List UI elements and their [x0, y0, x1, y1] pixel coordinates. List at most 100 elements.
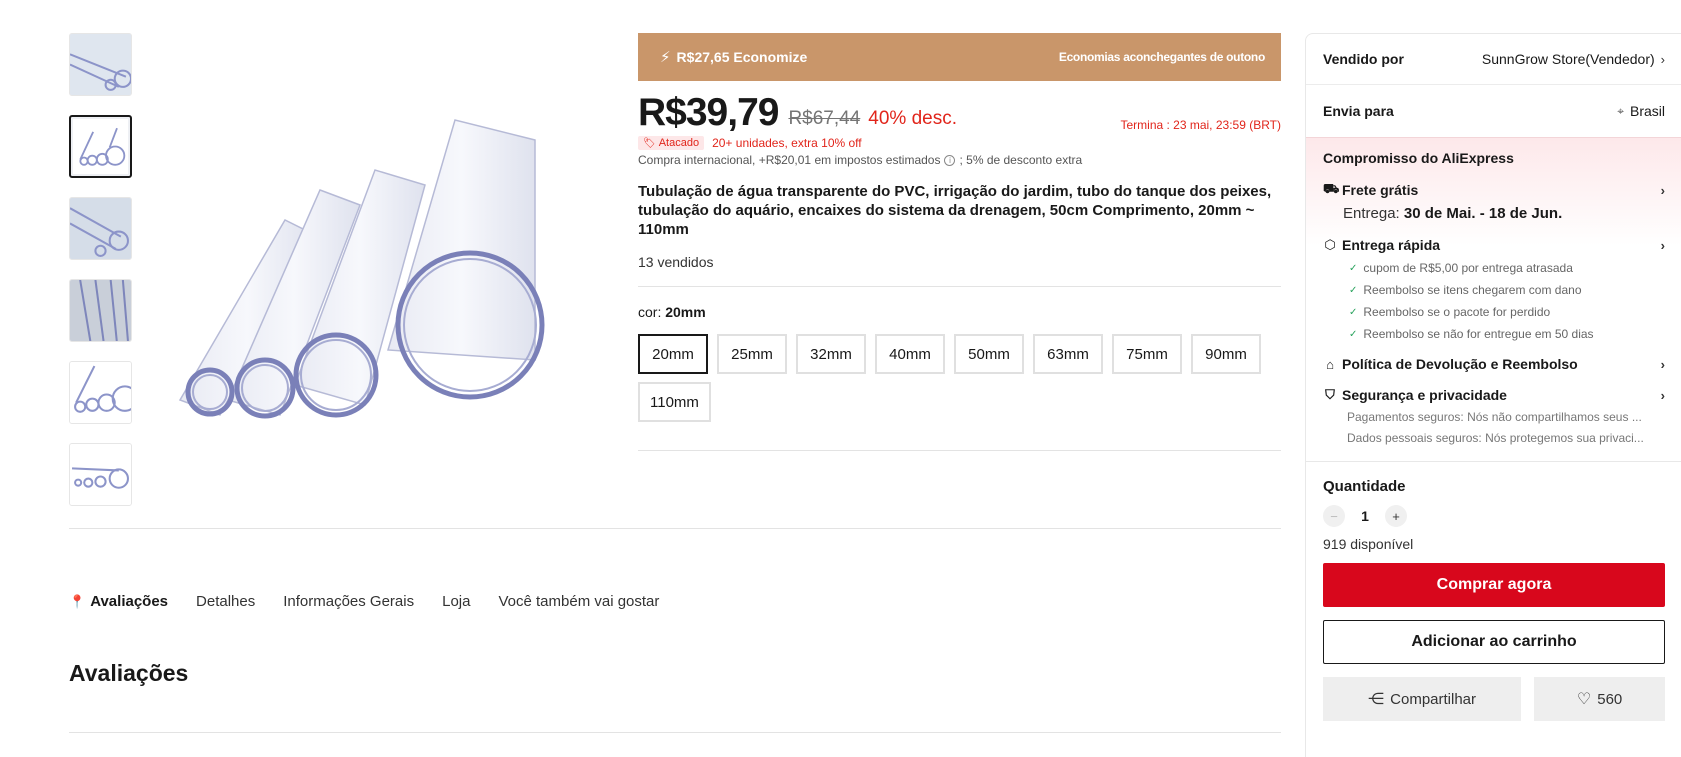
- commitment-title: Compromisso do AliExpress: [1323, 150, 1514, 166]
- bulk-badge: 🏷 Atacado: [638, 136, 705, 150]
- tab-avaliacoes[interactable]: 📍 Avaliações: [69, 593, 168, 610]
- delivery-estimate: Entrega: 30 de Mai. - 18 de Jun.: [1343, 205, 1665, 222]
- divider: [69, 528, 1281, 529]
- fast-delivery-item-text: cupom de R$5,00 por entrega atrasada: [1363, 261, 1573, 275]
- promo-savings: R$27,65 Economize: [676, 49, 808, 65]
- add-to-cart-button[interactable]: Adicionar ao carrinho: [1323, 620, 1665, 664]
- variant-option-32mm[interactable]: 32mm: [796, 334, 866, 374]
- seller-label: Vendido por: [1323, 51, 1404, 67]
- divider: [1306, 461, 1681, 462]
- location-pin-icon: 📍: [69, 593, 86, 609]
- fast-delivery-item: ✓ Reembolso se não for entregue em 50 dia…: [1349, 327, 1665, 341]
- variant-option-75mm[interactable]: 75mm: [1112, 334, 1182, 374]
- security-item: Dados pessoais seguros: Nós protegemos s…: [1347, 431, 1644, 445]
- ship-label: Envia para: [1323, 103, 1394, 119]
- shield-icon: ⛉: [1325, 387, 1335, 402]
- seller-row[interactable]: Vendido por SunnGrow Store(Vendedor) ›: [1306, 34, 1681, 84]
- product-info: ⚡ R$27,65 Economize Economias aconchegan…: [638, 33, 1281, 451]
- check-icon: ✓: [1349, 306, 1358, 318]
- chevron-right-icon: ›: [1660, 237, 1665, 253]
- current-price: R$39,79: [638, 91, 779, 134]
- variant-options: 20mm 25mm 32mm 40mm 50mm 63mm 75mm 90mm …: [638, 334, 1288, 430]
- decrease-quantity-button[interactable]: −: [1323, 505, 1345, 527]
- return-policy-label: Política de Devolução e Reembolso: [1342, 356, 1578, 372]
- chevron-right-icon: ›: [1660, 356, 1665, 372]
- variant-option-40mm[interactable]: 40mm: [875, 334, 945, 374]
- countdown-timer: Termina : 23 mai, 23:59 (BRT): [1120, 118, 1281, 132]
- tag-icon: 🏷: [643, 137, 656, 149]
- thumbnail-5[interactable]: [69, 361, 132, 424]
- share-button[interactable]: ⋲ Compartilhar: [1323, 677, 1522, 721]
- thumbnail-3[interactable]: [69, 197, 132, 260]
- fast-delivery-item: ✓ Reembolso se o pacote for perdido: [1349, 305, 1665, 319]
- return-policy-section[interactable]: ⌂ Política de Devolução e Reembolso ›: [1323, 356, 1665, 372]
- location-pin-icon: ⌖: [1617, 103, 1624, 118]
- lightning-icon: ⚡: [660, 49, 671, 66]
- thumbnail-1[interactable]: [69, 33, 132, 96]
- fast-delivery-item-text: Reembolso se o pacote for perdido: [1363, 305, 1551, 319]
- purchase-panel: Vendido por SunnGrow Store(Vendedor) › E…: [1305, 33, 1681, 757]
- section-tabs: 📍 Avaliações Detalhes Informações Gerais…: [69, 593, 687, 610]
- fast-delivery-item: ✓ Reembolso se itens chegarem com dano: [1349, 283, 1665, 297]
- check-icon: ✓: [1349, 328, 1358, 340]
- fast-delivery-section[interactable]: ⬡ Entrega rápida › ✓ cupom de R$5,00 por …: [1323, 237, 1665, 341]
- security-item: Pagamentos seguros: Nós não compartilham…: [1347, 410, 1642, 424]
- thumbnail-4[interactable]: [69, 279, 132, 342]
- security-section[interactable]: ⛉ Segurança e privacidade › Pagamentos s…: [1323, 387, 1665, 445]
- sold-count: 13 vendidos: [638, 254, 714, 270]
- quantity-value[interactable]: 1: [1345, 508, 1385, 524]
- variant-option-110mm[interactable]: 110mm: [638, 382, 711, 422]
- tab-detalhes[interactable]: Detalhes: [196, 593, 255, 610]
- variant-selected-value: 20mm: [665, 304, 706, 320]
- main-product-image[interactable]: [170, 100, 620, 460]
- variant-option-25mm[interactable]: 25mm: [717, 334, 787, 374]
- heart-icon: ♡: [1576, 691, 1592, 708]
- delivery-label: Entrega:: [1343, 205, 1404, 222]
- check-icon: ✓: [1349, 262, 1358, 274]
- aliexpress-commitment: Compromisso do AliExpress ⛟ Frete grátis…: [1306, 137, 1681, 445]
- fast-delivery-item-text: Reembolso se não for entregue em 50 dias: [1363, 327, 1594, 341]
- info-icon[interactable]: i: [944, 154, 956, 166]
- quantity-stepper: − 1 +: [1323, 505, 1665, 527]
- product-title: Tubulação de água transparente do PVC, i…: [638, 183, 1272, 238]
- ship-to-row[interactable]: Envia para ⌖ Brasil: [1306, 84, 1681, 137]
- variant-option-50mm[interactable]: 50mm: [954, 334, 1024, 374]
- bulk-badge-label: Atacado: [658, 137, 700, 149]
- tax-info: Compra internacional, +R$20,01 em impost…: [638, 153, 1281, 167]
- store-icon: ⌂: [1326, 356, 1334, 372]
- variant-option-63mm[interactable]: 63mm: [1033, 334, 1103, 374]
- divider: [638, 286, 1281, 287]
- wishlist-count: 560: [1597, 690, 1623, 708]
- free-shipping-label: Frete grátis: [1342, 182, 1419, 198]
- variant-label: cor: 20mm: [638, 304, 1281, 320]
- original-price: R$67,44: [788, 108, 861, 129]
- box-icon: ⬡: [1324, 237, 1336, 252]
- divider: [69, 732, 1281, 733]
- discount-percent: 40% desc.: [868, 108, 958, 129]
- price-row: R$39,79 R$67,44 40% desc. Termina : 23 m…: [638, 92, 1281, 134]
- variant-option-90mm[interactable]: 90mm: [1191, 334, 1261, 374]
- truck-icon: ⛟: [1323, 181, 1340, 196]
- chevron-right-icon: ›: [1660, 387, 1665, 403]
- promo-banner: ⚡ R$27,65 Economize Economias aconchegan…: [638, 33, 1281, 81]
- fast-delivery-item: ✓ cupom de R$5,00 por entrega atrasada: [1349, 261, 1665, 275]
- tax-text: Compra internacional, +R$20,01 em impost…: [638, 153, 941, 167]
- tab-informacoes-gerais[interactable]: Informações Gerais: [283, 593, 414, 610]
- delivery-dates: 30 de Mai. - 18 de Jun.: [1403, 205, 1563, 222]
- wishlist-button[interactable]: ♡ 560: [1534, 677, 1665, 721]
- thumbnail-2[interactable]: [69, 115, 132, 178]
- seller-name[interactable]: SunnGrow Store(Vendedor): [1482, 51, 1655, 67]
- thumbnail-6[interactable]: [69, 443, 132, 506]
- tab-loja[interactable]: Loja: [442, 593, 470, 610]
- share-label: Compartilhar: [1390, 690, 1477, 708]
- tab-voce-tambem-vai-gostar[interactable]: Você também vai gostar: [498, 593, 659, 610]
- buy-now-button[interactable]: Comprar agora: [1323, 563, 1665, 607]
- variant-option-20mm[interactable]: 20mm: [638, 334, 708, 374]
- fast-delivery-item-text: Reembolso se itens chegarem com dano: [1363, 283, 1582, 297]
- promo-campaign: Economias aconchegantes de outono: [1058, 50, 1265, 64]
- increase-quantity-button[interactable]: +: [1385, 505, 1407, 527]
- free-shipping-section[interactable]: ⛟ Frete grátis › Entrega: 30 de Mai. - 1…: [1323, 181, 1665, 222]
- tax-extra: ; 5% de desconto extra: [959, 153, 1083, 167]
- bulk-text: 20+ unidades, extra 10% off: [712, 136, 862, 150]
- variant-label-prefix: cor:: [638, 304, 666, 320]
